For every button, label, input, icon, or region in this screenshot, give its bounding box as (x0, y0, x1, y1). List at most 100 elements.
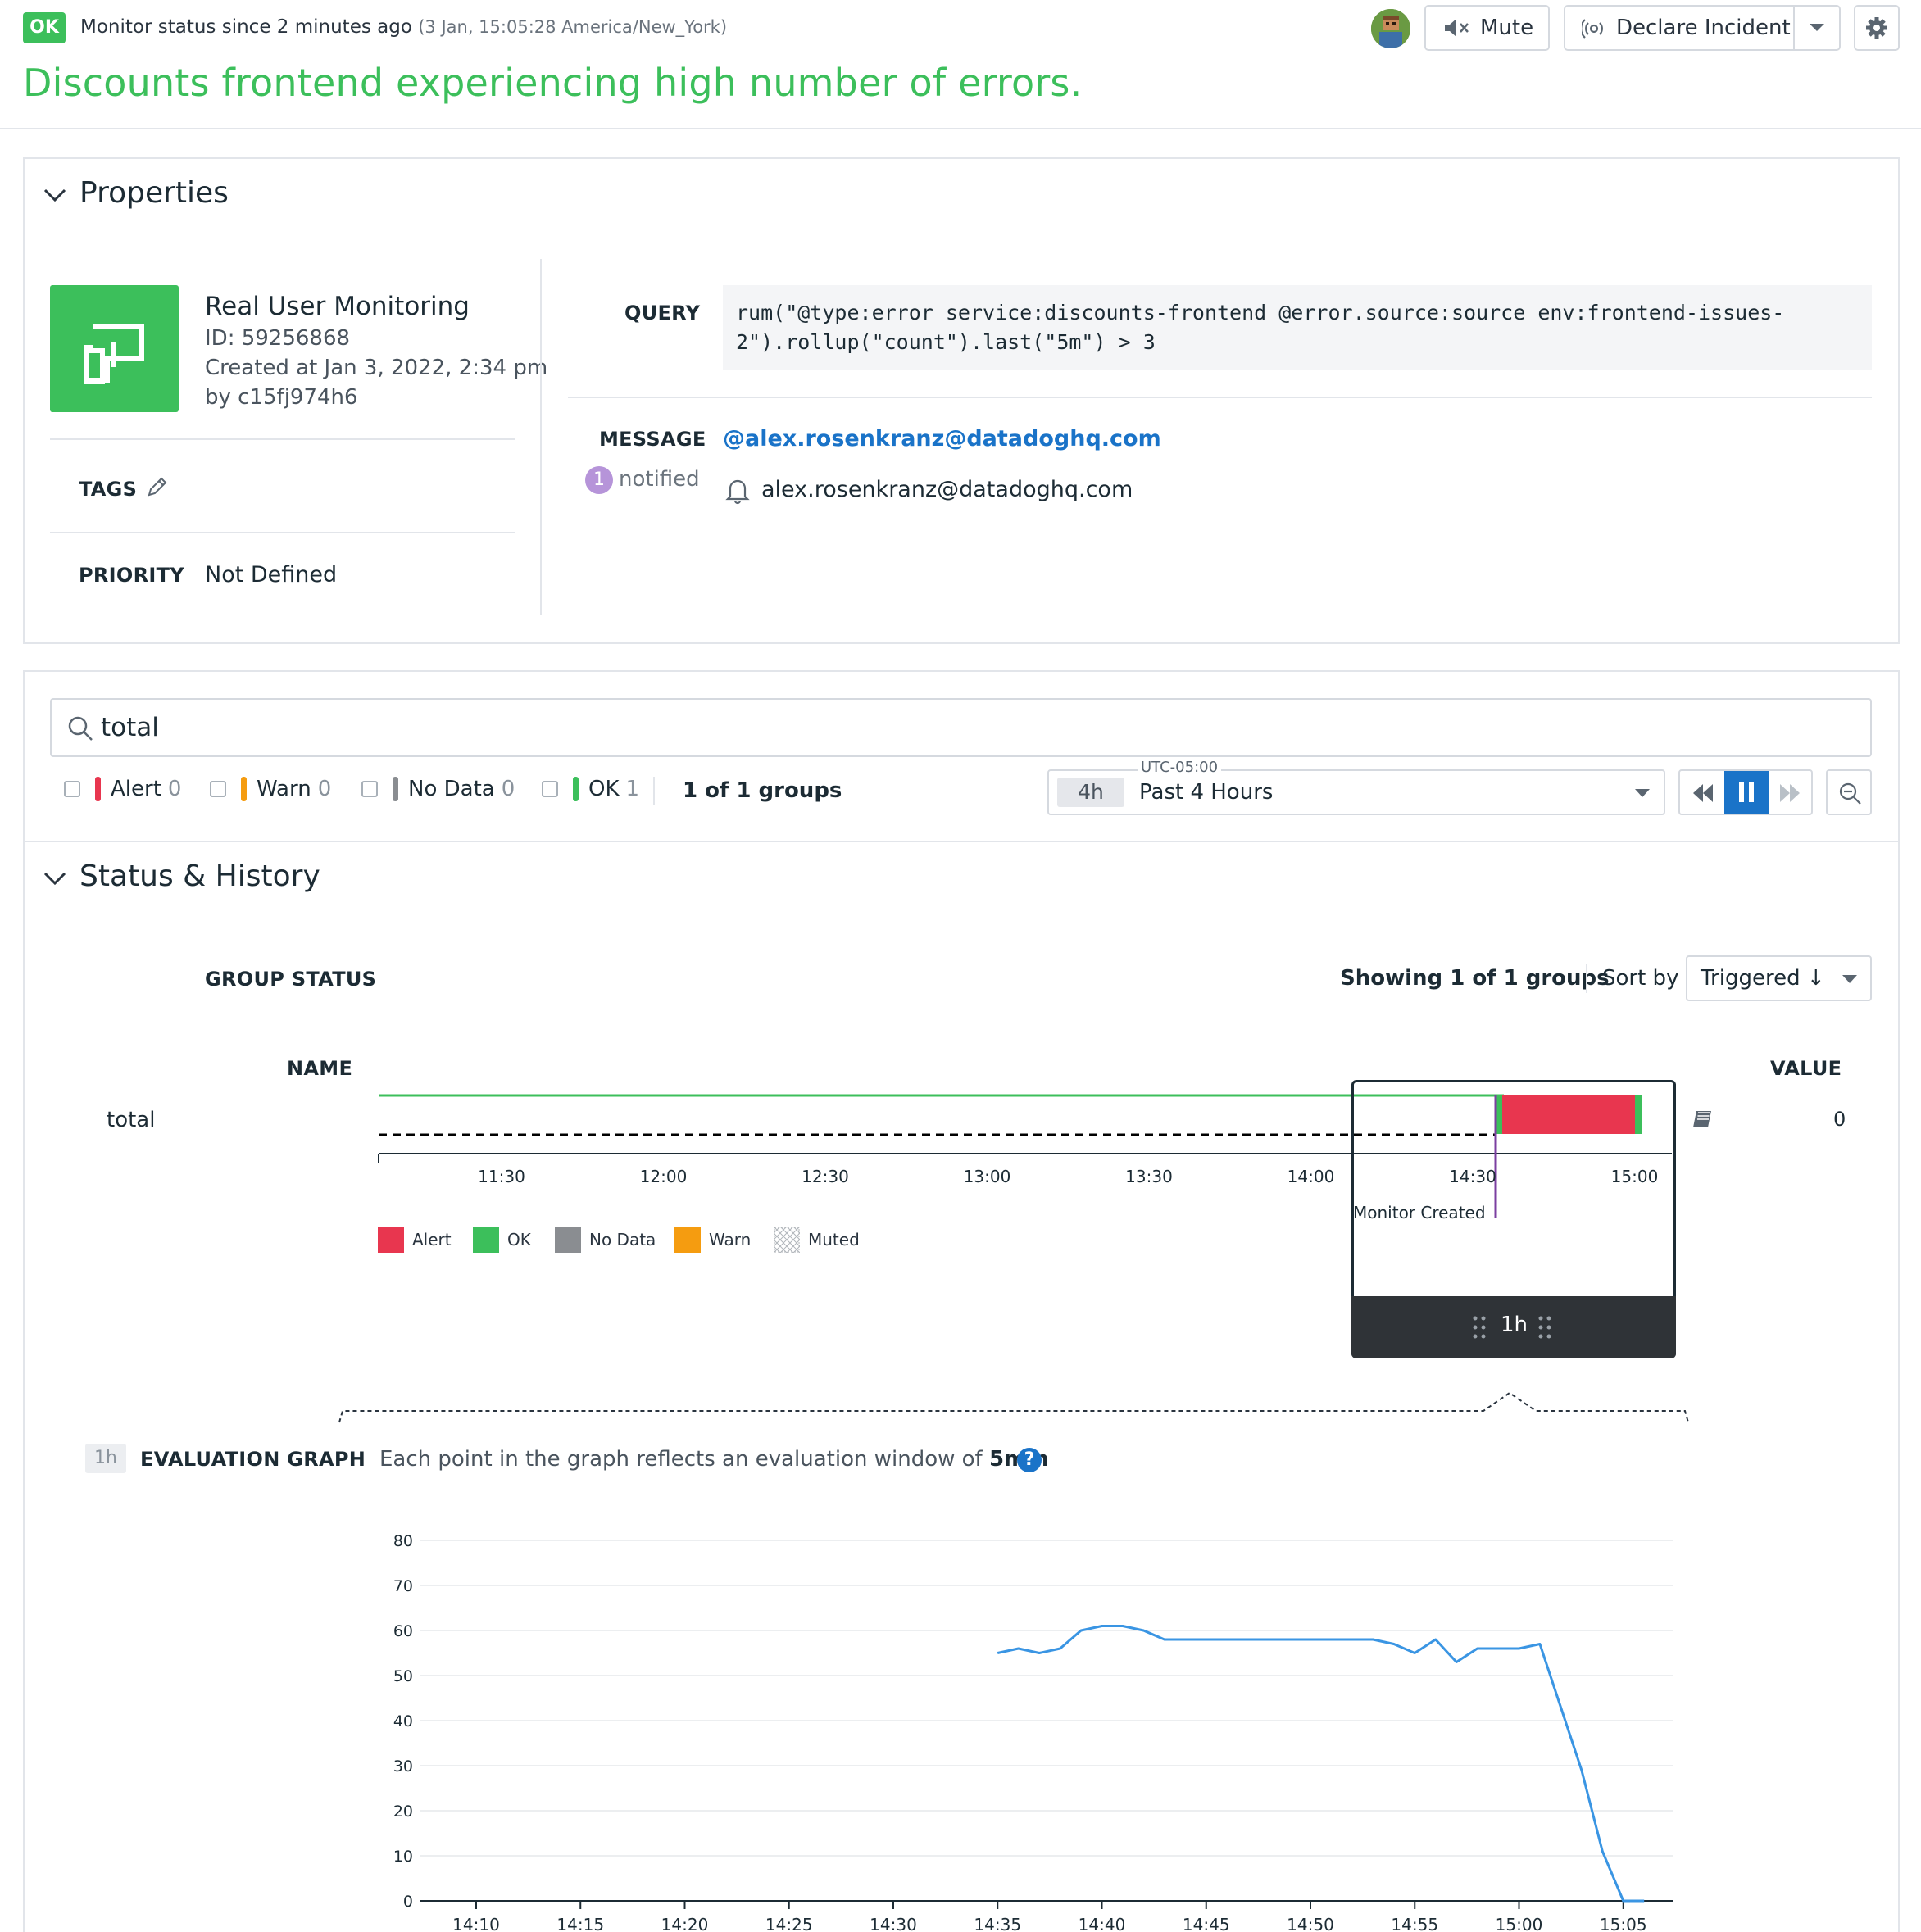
x-tick-label: 14:40 (1079, 1915, 1126, 1932)
x-tick-label: 15:00 (1496, 1915, 1543, 1932)
zoom-out-icon (1839, 782, 1861, 805)
notebook-icon[interactable] (1692, 1106, 1716, 1131)
row-name[interactable]: total (107, 1108, 155, 1132)
incident-icon (1582, 19, 1603, 39)
muted-hatch-icon (774, 1227, 800, 1253)
legend-warn: Warn (674, 1227, 751, 1253)
time-badge: 4h (1057, 778, 1124, 807)
properties-title: Properties (79, 176, 229, 210)
evaluation-desc-text: Each point in the graph reflects an eval… (379, 1447, 983, 1472)
filter-alert[interactable]: Alert 0 (64, 777, 181, 801)
x-tick-label: 14:35 (974, 1915, 1021, 1932)
message-label: MESSAGE (599, 428, 706, 451)
ok-swatch (573, 777, 579, 801)
y-tick-label: 0 (403, 1893, 413, 1911)
priority-value[interactable]: Not Defined (205, 562, 337, 587)
filter-ok[interactable]: OK 1 (542, 777, 639, 801)
divider (568, 397, 1872, 398)
avatar-icon (1371, 9, 1410, 48)
drag-handle-icon[interactable] (1473, 1316, 1486, 1339)
help-icon[interactable]: ? (1017, 1448, 1042, 1472)
query-line-1: rum("@type:error service:discounts-front… (736, 301, 1785, 324)
window-label: 1h (1501, 1313, 1528, 1337)
window-handle[interactable]: 1h (1351, 1296, 1676, 1358)
timeline-tick-label: 14:00 (1287, 1167, 1335, 1186)
divider (25, 841, 1898, 842)
legend-label: Alert (412, 1230, 452, 1249)
checkbox[interactable] (542, 781, 558, 797)
legend-swatch (378, 1227, 404, 1253)
page-title: Discounts frontend experiencing high num… (23, 61, 1083, 105)
pause-button[interactable] (1724, 771, 1769, 814)
status-time: (3 Jan, 15:05:28 America/New_York) (418, 17, 728, 37)
filter-nodata[interactable]: No Data 0 (361, 777, 515, 801)
mute-button[interactable]: Mute (1424, 5, 1550, 51)
legend-swatch (473, 1227, 499, 1253)
zoom-out-button[interactable] (1826, 769, 1872, 815)
legend-label: OK (507, 1230, 531, 1249)
y-tick-label: 10 (393, 1848, 413, 1866)
filter-nodata-count: 0 (501, 777, 515, 801)
timeline-tick-label: 11:30 (478, 1167, 525, 1186)
search-input[interactable]: total (50, 698, 1872, 757)
avatar[interactable] (1371, 9, 1410, 48)
x-tick-label: 14:25 (765, 1915, 813, 1932)
rewind-icon[interactable] (1692, 782, 1714, 804)
mute-icon (1445, 19, 1469, 37)
drag-handle-icon[interactable] (1538, 1316, 1551, 1339)
notified-email[interactable]: alex.rosenkranz@datadoghq.com (761, 477, 1133, 502)
divider (50, 438, 515, 440)
edit-pencil-icon[interactable] (146, 475, 169, 498)
eval-window-badge: 1h (85, 1444, 126, 1473)
evaluation-graph-label: EVALUATION GRAPH (140, 1448, 366, 1471)
message-mention[interactable]: @alex.rosenkranz@datadoghq.com (723, 426, 1161, 451)
notified-count-badge: 1 (585, 466, 613, 494)
x-tick-label: 14:30 (870, 1915, 917, 1932)
divider (50, 532, 515, 533)
timeline-tick-label: 12:00 (639, 1167, 688, 1186)
created-text: Created at Jan 3, 2022, 2:34 pm (205, 356, 548, 380)
time-range-picker[interactable]: 4h Past 4 Hours (1047, 769, 1665, 815)
monitor-header: OK Monitor status since 2 minutes ago (3… (0, 0, 1921, 129)
filter-nodata-label: No Data (408, 777, 495, 801)
legend-ok: OK (473, 1227, 531, 1253)
legend-muted: Muted (774, 1227, 860, 1253)
name-header: NAME (287, 1057, 353, 1080)
collapse-chevron-icon[interactable] (43, 870, 67, 888)
status-history-title: Status & History (79, 859, 320, 893)
playback-controls (1678, 769, 1813, 815)
query-code-block: rum("@type:error service:discounts-front… (723, 285, 1872, 370)
filter-warn-label: Warn (257, 777, 311, 801)
legend-nodata: No Data (555, 1227, 656, 1253)
filter-ok-count: 1 (625, 777, 640, 801)
search-value: total (101, 713, 159, 742)
collapse-chevron-icon[interactable] (43, 187, 67, 205)
legend-swatch (555, 1227, 581, 1253)
created-by: by c15fj974h6 (205, 385, 358, 410)
query-label: QUERY (624, 302, 701, 324)
checkbox[interactable] (361, 781, 378, 797)
settings-button[interactable] (1854, 5, 1900, 51)
y-tick-label: 60 (393, 1622, 413, 1640)
legend-alert: Alert (378, 1227, 452, 1253)
checkbox[interactable] (210, 781, 226, 797)
evaluation-chart: 0 10 20 30 40 50 60 70 80 14:10 14:15 14:20 14:25 14:… (393, 1532, 1673, 1932)
x-tick-label: 14:10 (452, 1915, 500, 1932)
divider (653, 777, 655, 805)
fast-forward-icon[interactable] (1778, 782, 1801, 804)
declare-incident-button[interactable]: Declare Incident (1564, 5, 1841, 51)
sort-select[interactable]: Triggered ↓ (1686, 955, 1872, 1001)
filter-warn[interactable]: Warn 0 (210, 777, 331, 801)
row-value: 0 (1833, 1108, 1846, 1131)
legend-label: Muted (808, 1230, 860, 1249)
checkbox[interactable] (64, 781, 80, 797)
search-icon (68, 716, 93, 741)
legend-swatch (674, 1227, 701, 1253)
sort-value: Triggered ↓ (1701, 966, 1825, 991)
timezone-label: UTC-05:00 (1138, 759, 1222, 776)
series-line (997, 1625, 1645, 1903)
value-header: VALUE (1770, 1057, 1842, 1080)
filter-ok-label: OK (588, 777, 620, 801)
groups-count: 1 of 1 groups (683, 778, 842, 803)
timeline-tick-label: 13:00 (963, 1167, 1011, 1186)
